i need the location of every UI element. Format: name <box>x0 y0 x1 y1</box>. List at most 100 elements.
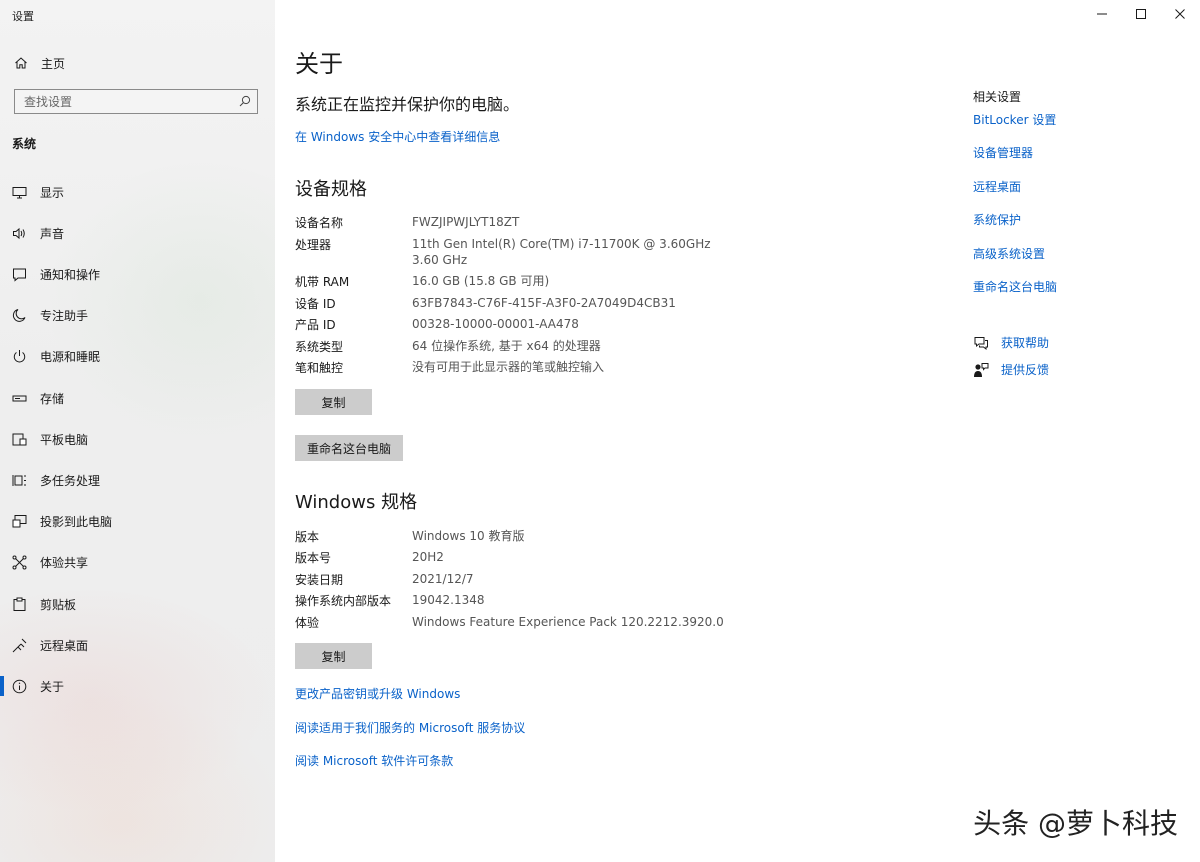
main-content: 关于 系统正在监控并保护你的电脑。 在 Windows 安全中心中查看详细信息 … <box>275 0 1200 862</box>
home-label: 主页 <box>41 56 66 71</box>
sidebar-item-label: 关于 <box>40 680 65 694</box>
spec-key: 操作系统内部版本 <box>295 594 392 608</box>
sidebar-item-label: 显示 <box>40 186 65 200</box>
spec-value: Windows Feature Experience Pack 120.2212… <box>412 615 724 629</box>
close-icon[interactable] <box>1170 4 1190 24</box>
clipboard-icon <box>13 597 26 611</box>
security-status: 系统正在监控并保护你的电脑。 <box>295 95 520 114</box>
spec-value: 没有可用于此显示器的笔或触控输入 <box>412 360 605 374</box>
sidebar-item-label: 通知和操作 <box>40 268 101 282</box>
rename-pc-button[interactable]: 重命名这台电脑 <box>295 435 403 461</box>
spec-key: 产品 ID <box>295 318 336 332</box>
sidebar-item-shared-experiences[interactable]: 体验共享 <box>0 550 275 574</box>
watermark-text: 头条 @萝卜科技 <box>973 807 1178 840</box>
sound-icon <box>13 227 25 240</box>
related-settings-title: 相关设置 <box>973 90 1022 104</box>
sidebar-item-multitasking[interactable]: 多任务处理 <box>0 468 275 492</box>
sidebar-item-remote-desktop[interactable]: 远程桌面 <box>0 633 275 657</box>
search-icon[interactable] <box>239 95 251 107</box>
sidebar-item-about[interactable]: 关于 <box>0 674 275 698</box>
sidebar-item-power[interactable]: 电源和睡眠 <box>0 344 275 368</box>
spec-key: 设备名称 <box>295 216 344 230</box>
sidebar-item-label: 专注助手 <box>40 309 89 323</box>
multitasking-icon <box>12 475 26 486</box>
give-feedback-row[interactable]: 提供反馈 <box>973 361 1049 378</box>
sidebar-item-clipboard[interactable]: 剪贴板 <box>0 592 275 616</box>
spec-key: 系统类型 <box>295 340 344 354</box>
get-help-link[interactable]: 获取帮助 <box>1001 334 1049 351</box>
home-nav[interactable]: 主页 <box>14 54 65 72</box>
spec-value: 63FB7843-C76F-415F-A3F0-2A7049D4CB31 <box>412 296 676 310</box>
bitlocker-settings-link[interactable]: BitLocker 设置 <box>973 111 1056 128</box>
spec-key: 体验 <box>295 616 320 630</box>
device-specs-heading: 设备规格 <box>295 179 367 200</box>
tablet-icon <box>12 433 27 446</box>
projecting-icon <box>12 515 27 528</box>
sidebar-item-focus-assist[interactable]: 专注助手 <box>0 303 275 327</box>
sidebar-item-label: 投影到此电脑 <box>40 515 113 529</box>
windows-specs-heading: Windows 规格 <box>295 492 418 513</box>
page-title: 关于 <box>295 50 343 78</box>
minimize-icon[interactable] <box>1092 4 1112 24</box>
active-indicator <box>0 676 4 696</box>
spec-key: 机带 RAM <box>295 275 350 289</box>
sidebar-item-label: 远程桌面 <box>40 639 89 653</box>
license-terms-link[interactable]: 阅读 Microsoft 软件许可条款 <box>295 752 453 769</box>
maximize-icon[interactable] <box>1131 4 1151 24</box>
rename-pc-link[interactable]: 重命名这台电脑 <box>973 278 1057 295</box>
spec-value: Windows 10 教育版 <box>412 529 525 543</box>
notification-icon <box>13 268 26 282</box>
spec-value: 16.0 GB (15.8 GB 可用) <box>412 274 550 288</box>
sidebar-item-label: 存储 <box>40 392 65 406</box>
copy-device-specs-button[interactable]: 复制 <box>295 389 372 415</box>
sidebar-item-display[interactable]: 显示 <box>0 180 275 204</box>
spec-key: 笔和触控 <box>295 361 344 375</box>
help-chat-icon <box>974 336 988 350</box>
spec-value: FWZJIPWJLYT18ZT <box>412 215 520 229</box>
spec-value-speed: 3.60 GHz <box>412 253 468 267</box>
advanced-system-settings-link[interactable]: 高级系统设置 <box>973 245 1045 262</box>
storage-icon <box>12 395 27 402</box>
sidebar-item-label: 体验共享 <box>40 556 89 570</box>
remote-desktop-link[interactable]: 远程桌面 <box>973 178 1021 195</box>
spec-value: 2021/12/7 <box>412 572 474 586</box>
sidebar-item-label: 电源和睡眠 <box>40 350 101 364</box>
sidebar-item-storage[interactable]: 存储 <box>0 386 275 410</box>
system-protection-link[interactable]: 系统保护 <box>973 211 1021 228</box>
spec-value: 64 位操作系统, 基于 x64 的处理器 <box>412 339 601 353</box>
spec-key: 设备 ID <box>295 297 336 311</box>
sidebar-item-label: 声音 <box>40 227 65 241</box>
copy-windows-specs-button[interactable]: 复制 <box>295 643 372 669</box>
search-box[interactable] <box>14 89 258 114</box>
info-icon <box>12 679 27 694</box>
sidebar-item-tablet[interactable]: 平板电脑 <box>0 427 275 451</box>
sidebar-item-label: 多任务处理 <box>40 474 101 488</box>
home-icon <box>15 57 27 69</box>
spec-value: 11th Gen Intel(R) Core(TM) i7-11700K @ 3… <box>412 237 711 251</box>
power-icon <box>13 350 26 363</box>
spec-value: 19042.1348 <box>412 593 485 607</box>
spec-value: 20H2 <box>412 550 444 564</box>
spec-key: 安装日期 <box>295 573 344 587</box>
feedback-icon <box>974 362 989 377</box>
sidebar-item-projecting[interactable]: 投影到此电脑 <box>0 509 275 533</box>
spec-key: 版本 <box>295 530 320 544</box>
services-agreement-link[interactable]: 阅读适用于我们服务的 Microsoft 服务协议 <box>295 719 525 736</box>
remote-desktop-icon <box>12 638 27 653</box>
device-manager-link[interactable]: 设备管理器 <box>973 144 1033 161</box>
window-title: 设置 <box>12 10 34 23</box>
display-icon <box>12 187 27 199</box>
sidebar-item-notifications[interactable]: 通知和操作 <box>0 262 275 286</box>
shared-experiences-icon <box>12 555 27 570</box>
sidebar: 设置 主页 系统 显示 声音 通知和操作 专注助手 电源和睡眠 存储 平板电脑 … <box>0 0 275 862</box>
change-product-key-link[interactable]: 更改产品密钥或升级 Windows <box>295 685 460 702</box>
spec-key: 处理器 <box>295 238 332 252</box>
give-feedback-link[interactable]: 提供反馈 <box>1001 361 1049 378</box>
security-center-link[interactable]: 在 Windows 安全中心中查看详细信息 <box>295 128 500 145</box>
sidebar-item-label: 剪贴板 <box>40 598 77 612</box>
search-input[interactable] <box>15 90 234 113</box>
spec-key: 版本号 <box>295 551 332 565</box>
get-help-row[interactable]: 获取帮助 <box>973 334 1049 351</box>
spec-value: 00328-10000-00001-AA478 <box>412 317 579 331</box>
sidebar-item-sound[interactable]: 声音 <box>0 221 275 245</box>
